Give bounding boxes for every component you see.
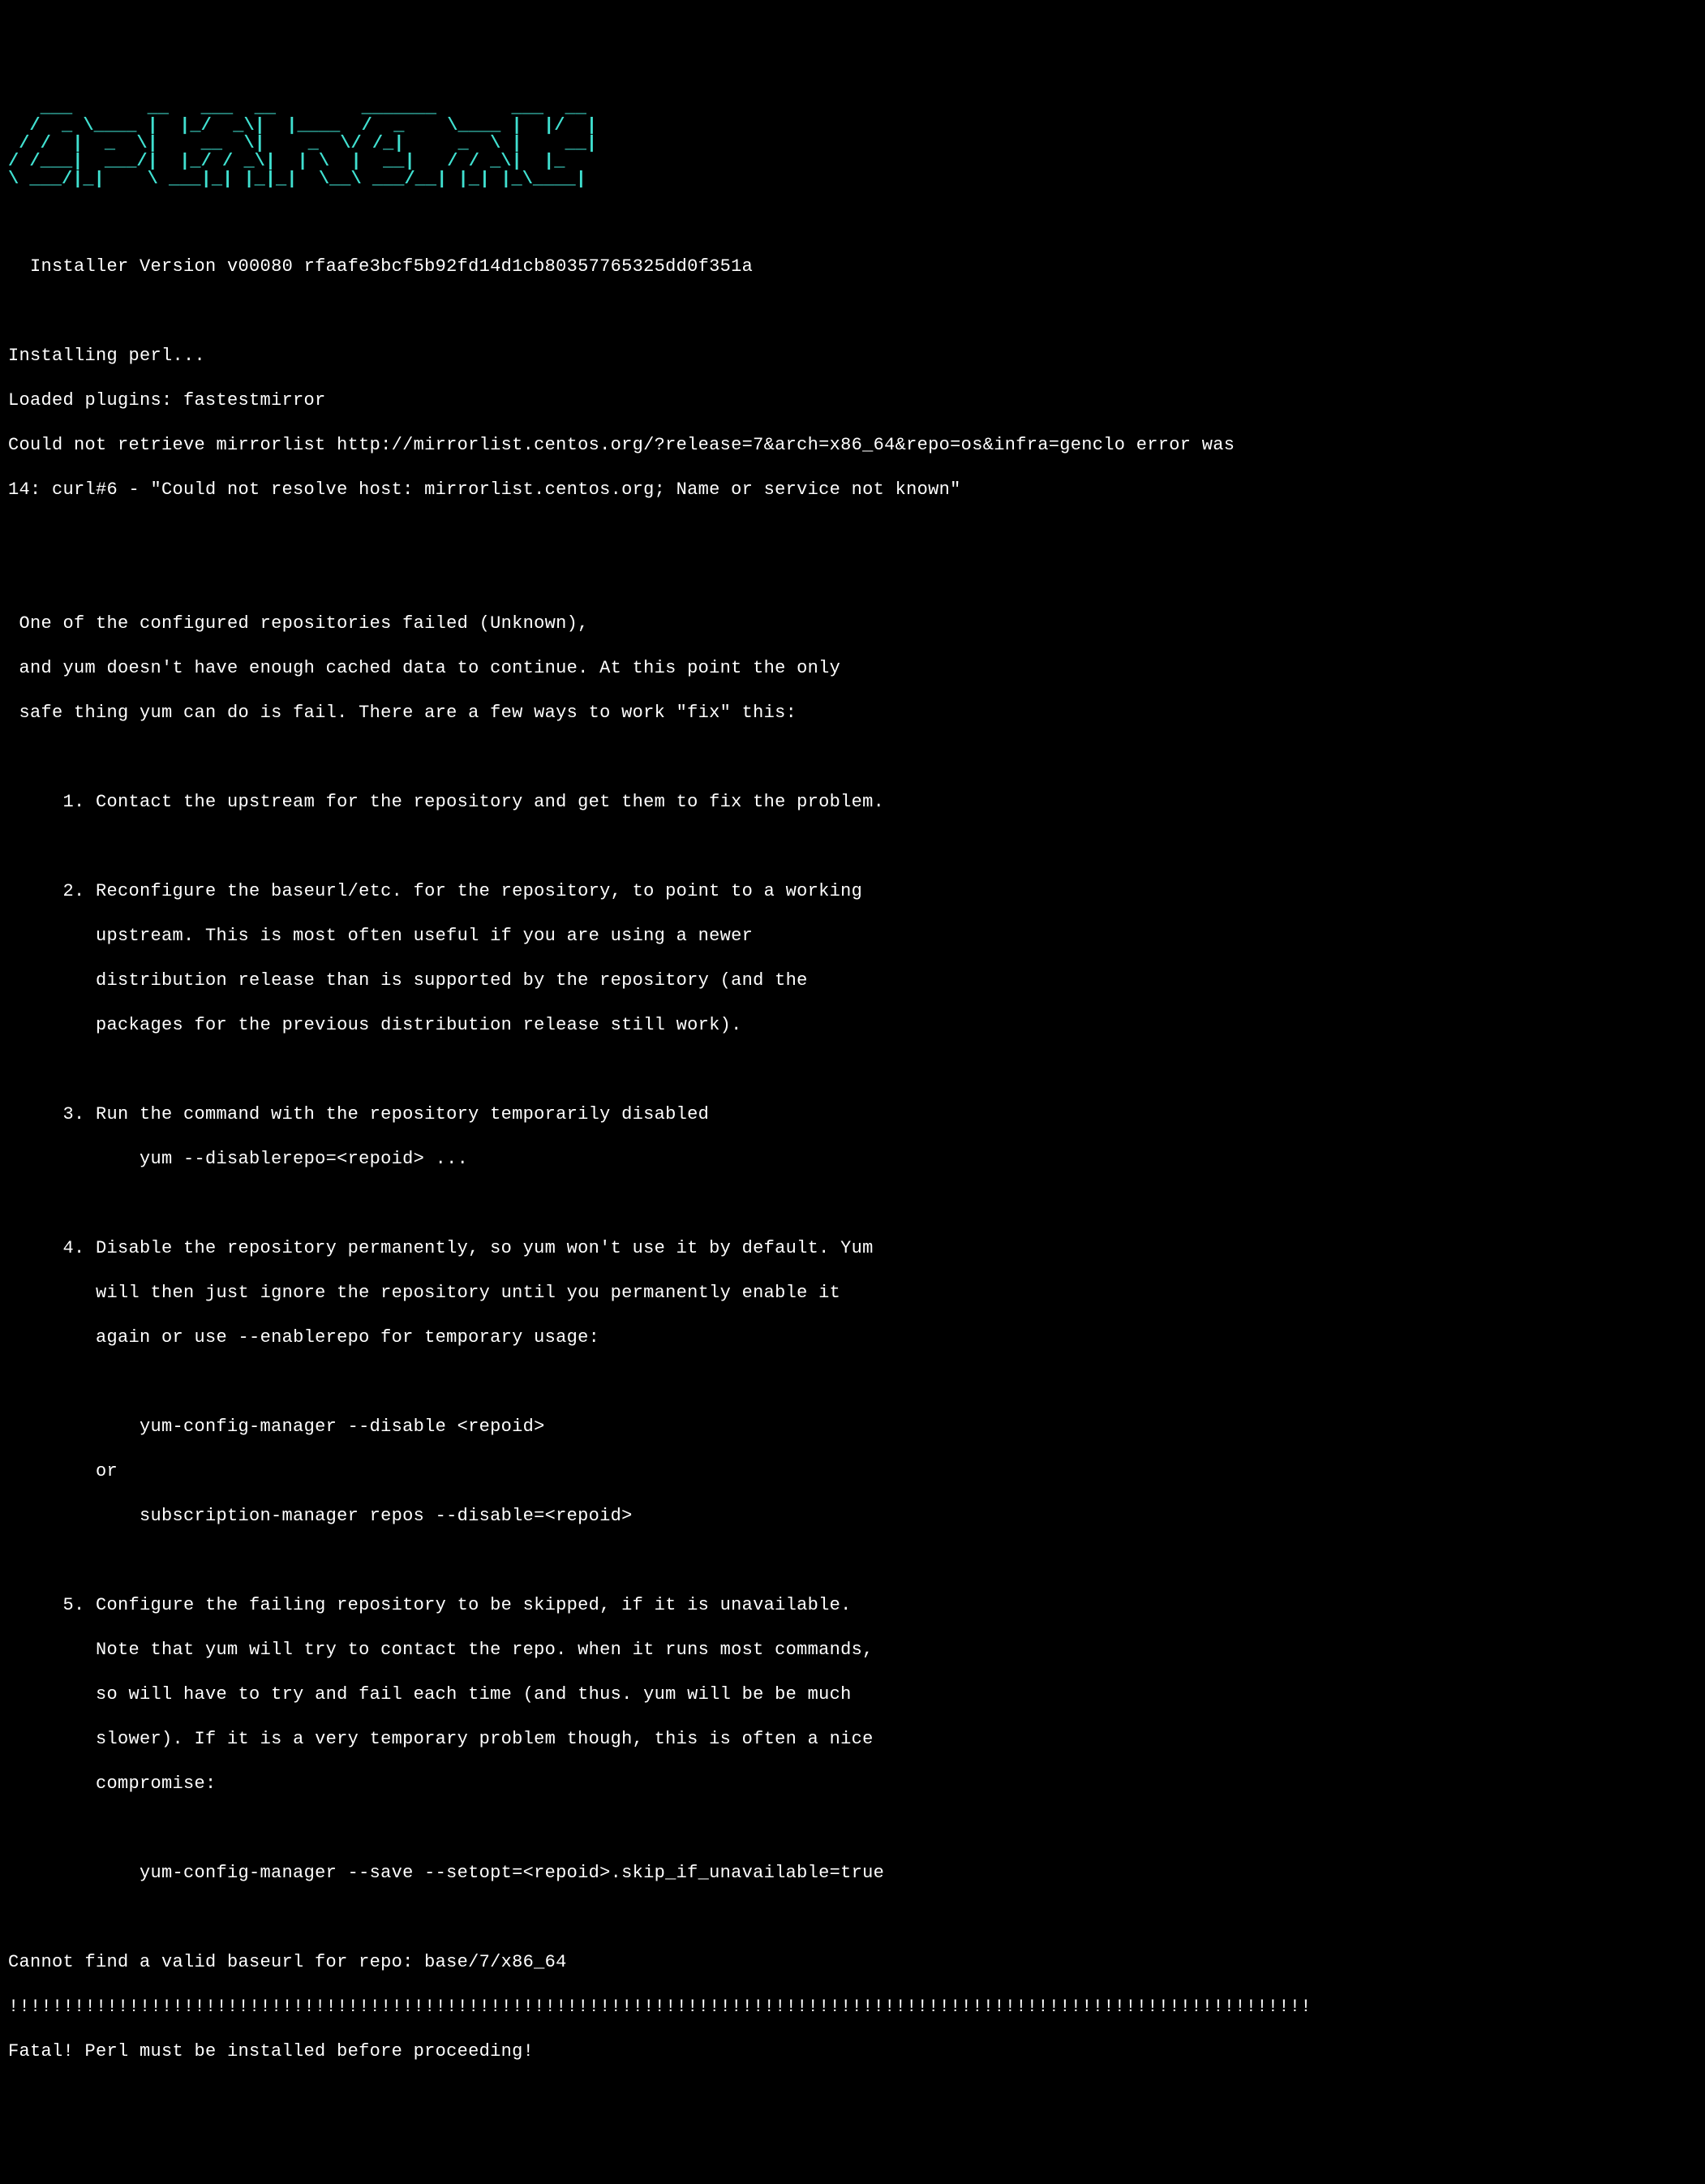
option-5-line-6: yum-config-manager --save --setopt=<repo… [8, 1862, 1697, 1885]
option-4-line-3: again or use --enablerepo for temporary … [8, 1326, 1697, 1349]
mirrorlist-error-line: Could not retrieve mirrorlist http://mir… [8, 434, 1697, 457]
option-5-line-3: so will have to try and fail each time (… [8, 1683, 1697, 1706]
repo-failed-line-3: safe thing yum can do is fail. There are… [8, 702, 1697, 724]
blank-line [8, 1371, 1697, 1394]
option-4-line-4: yum-config-manager --disable <repoid> [8, 1416, 1697, 1438]
loaded-plugins-line: Loaded plugins: fastestmirror [8, 389, 1697, 412]
option-5-line-1: 5. Configure the failing repository to b… [8, 1594, 1697, 1617]
exclaim-separator: !!!!!!!!!!!!!!!!!!!!!!!!!!!!!!!!!!!!!!!!… [8, 1996, 1697, 2018]
cannot-find-baseurl: Cannot find a valid baseurl for repo: ba… [8, 1951, 1697, 1974]
blank-line [8, 1059, 1697, 1081]
option-4-line-1: 4. Disable the repository permanently, s… [8, 1237, 1697, 1260]
option-4-line-2: will then just ignore the repository unt… [8, 1282, 1697, 1305]
option-5-line-4: slower). If it is a very temporary probl… [8, 1728, 1697, 1751]
option-5-line-2: Note that yum will try to contact the re… [8, 1639, 1697, 1662]
repo-failed-line-2: and yum doesn't have enough cached data … [8, 657, 1697, 680]
blank-line [8, 746, 1697, 769]
option-4-line-5: or [8, 1460, 1697, 1483]
cpanel-ascii-logo: ___ __ ___ __ _______ ___ __ / _ \____ |… [8, 99, 1697, 188]
option-5-line-5: compromise: [8, 1773, 1697, 1795]
option-2-line-1: 2. Reconfigure the baseurl/etc. for the … [8, 880, 1697, 903]
blank-line [8, 1193, 1697, 1215]
option-4-line-6: subscription-manager repos --disable=<re… [8, 1505, 1697, 1528]
installer-version: Installer Version v00080 rfaafe3bcf5b92f… [8, 256, 1697, 278]
option-3-line-1: 3. Run the command with the repository t… [8, 1103, 1697, 1126]
blank-line [8, 523, 1697, 546]
installing-perl-line: Installing perl... [8, 345, 1697, 368]
blank-line [8, 300, 1697, 323]
option-2-line-3: distribution release than is supported b… [8, 969, 1697, 992]
blank-line [8, 211, 1697, 234]
repo-failed-line-1: One of the configured repositories faile… [8, 613, 1697, 635]
option-2-line-4: packages for the previous distribution r… [8, 1014, 1697, 1037]
blank-line [8, 568, 1697, 591]
blank-line [8, 1907, 1697, 1929]
curl-error-line: 14: curl#6 - "Could not resolve host: mi… [8, 479, 1697, 501]
blank-line [8, 836, 1697, 858]
option-1: 1. Contact the upstream for the reposito… [8, 791, 1697, 814]
blank-line [8, 1550, 1697, 1572]
blank-line [8, 1817, 1697, 1840]
option-2-line-2: upstream. This is most often useful if y… [8, 925, 1697, 948]
option-3-line-2: yum --disablerepo=<repoid> ... [8, 1148, 1697, 1171]
fatal-error-line: Fatal! Perl must be installed before pro… [8, 2040, 1697, 2063]
